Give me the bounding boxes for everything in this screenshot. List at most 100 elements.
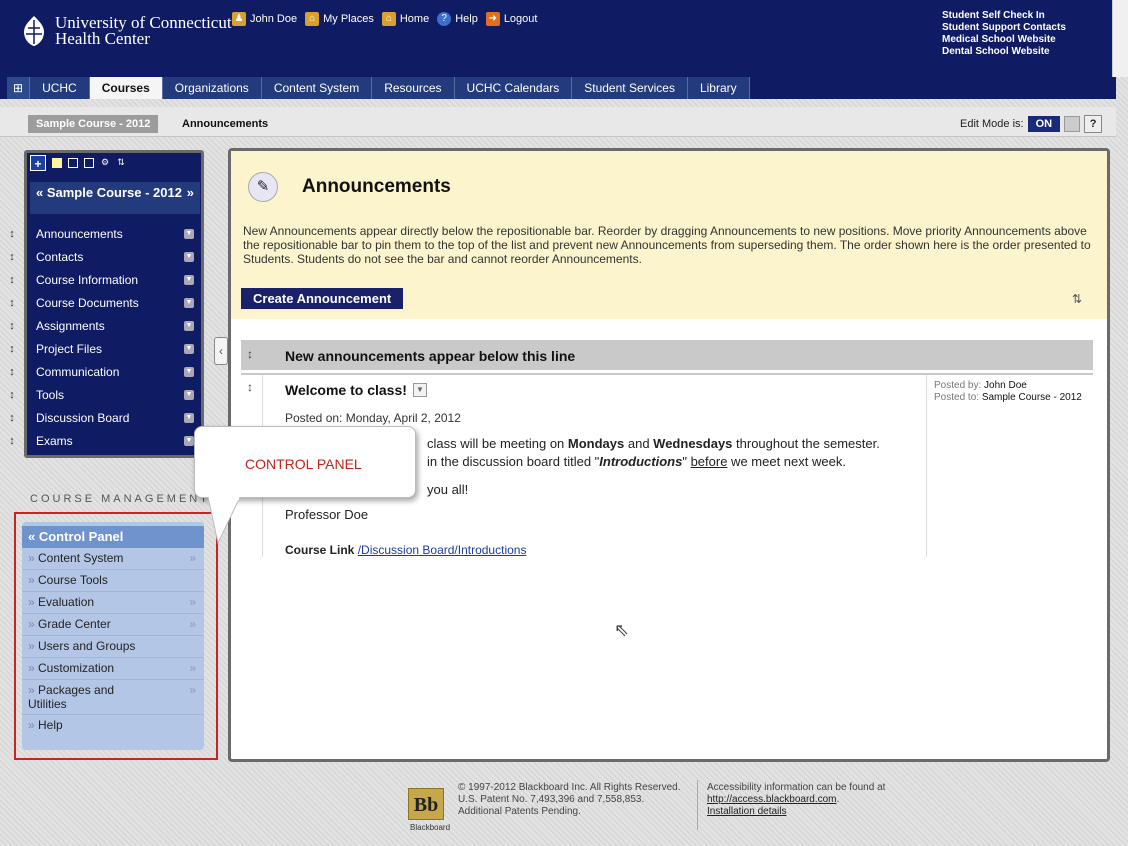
quick-links-list: Student Self Check In Student Support Co…	[942, 10, 1066, 58]
repositionable-bar-label: New announcements appear below this line	[285, 348, 576, 364]
course-link: Course Link /Discussion Board/Introducti…	[285, 543, 527, 557]
edit-mode-control: Edit Mode is: ON ?	[960, 115, 1103, 133]
accessibility-info: Accessibility information can be found a…	[707, 782, 886, 817]
quicklinks-scrollbar[interactable]	[1112, 0, 1128, 77]
top-nav: ♟ John Doe ⌂ My Places ⌂ Home ? Help ➜ Logout	[232, 12, 537, 26]
quick-link[interactable]: Medical School Website	[942, 34, 1066, 46]
announcement-date: Posted on: Monday, April 2, 2012	[285, 411, 461, 425]
breadcrumb-course[interactable]: Sample Course - 2012	[28, 115, 159, 133]
uchc-logo-icon	[24, 16, 44, 46]
announcement-title: Welcome to class! ▼	[285, 382, 427, 398]
drag-handle-icon[interactable]: ↕	[4, 389, 20, 401]
help-icon: ?	[437, 12, 452, 26]
tab-student-services[interactable]: Student Services	[572, 77, 688, 99]
menu-item-course-information[interactable]: ↕ Course Information ▼	[9, 268, 200, 291]
chevron-down-icon[interactable]: ▼	[184, 297, 194, 308]
chevron-down-icon[interactable]: ▼	[184, 343, 194, 354]
tab-organizations[interactable]: Organizations	[162, 77, 262, 99]
course-link-anchor[interactable]: /Discussion Board/Introductions	[358, 543, 527, 557]
quick-link[interactable]: Student Self Check In	[942, 10, 1066, 22]
menu-item-discussion-board[interactable]: ↕ Discussion Board ▼	[9, 406, 200, 429]
drag-handle-icon[interactable]: ↕	[247, 347, 253, 361]
logout-icon: ➜	[485, 12, 500, 26]
new-window-icon[interactable]	[84, 158, 94, 168]
installation-details-link[interactable]: Installation details	[707, 806, 787, 817]
settings-icon[interactable]: ⚙	[100, 158, 110, 168]
drag-handle-icon[interactable]: ↕	[4, 297, 20, 309]
folder-view-icon[interactable]	[68, 158, 78, 168]
create-announcement-button[interactable]: Create Announcement	[241, 288, 404, 309]
menu-item-communication[interactable]: ↕ Communication ▼	[9, 360, 200, 383]
tab-resources[interactable]: Resources	[372, 77, 455, 99]
chevron-down-icon[interactable]: ▼	[184, 389, 194, 400]
edit-mode-label: Edit Mode is:	[960, 118, 1024, 130]
tab-library[interactable]: Library	[687, 77, 750, 99]
course-management-label: COURSE MANAGEMENT	[30, 493, 210, 505]
chevron-right-icon[interactable]: »	[187, 186, 194, 200]
drag-handle-icon[interactable]: ↕	[4, 320, 20, 332]
accessibility-link[interactable]: http://access.blackboard.com	[707, 794, 837, 805]
blackboard-logo[interactable]: Bb	[408, 788, 444, 820]
edit-mode-help-button[interactable]: ?	[1084, 115, 1103, 133]
home-icon: ⌂	[381, 12, 396, 26]
drag-handle-icon[interactable]: ↕	[4, 435, 20, 447]
menu-item-assignments[interactable]: ↕ Assignments ▼	[9, 314, 200, 337]
divider	[926, 375, 927, 557]
breadcrumb-page: Announcements	[182, 118, 269, 130]
chevron-down-icon[interactable]: ▼	[184, 251, 194, 262]
chevron-down-icon[interactable]: ▼	[184, 320, 194, 331]
help-link[interactable]: ? Help	[437, 12, 478, 26]
home-link[interactable]: ⌂ Home	[381, 12, 429, 26]
chevron-down-icon[interactable]: ▼	[184, 228, 194, 239]
collapse-menu-button[interactable]: ‹	[214, 337, 228, 365]
tab-content-system[interactable]: Content System	[261, 77, 373, 99]
drag-handle-icon[interactable]: ↕	[4, 228, 20, 240]
callout-label: CONTROL PANEL	[245, 456, 362, 472]
menu-item-contacts[interactable]: ↕ Contacts ▼	[9, 245, 200, 268]
menu-item-course-documents[interactable]: ↕ Course Documents ▼	[9, 291, 200, 314]
course-title-text: « Sample Course - 2012	[36, 185, 182, 200]
chevron-down-icon[interactable]: ▼	[184, 274, 194, 285]
list-view-icon[interactable]	[52, 158, 62, 168]
menu-item-announcements[interactable]: ↕ Announcements ▼	[9, 222, 200, 245]
menu-item-tools[interactable]: ↕ Tools ▼	[9, 383, 200, 406]
my-places-link[interactable]: ⌂ My Places	[305, 12, 374, 26]
chevron-down-icon[interactable]: ▼	[184, 366, 194, 377]
chevron-down-icon[interactable]: ▼	[184, 435, 194, 446]
blackboard-logo-label: Blackboard	[410, 823, 451, 832]
tab-bar: ⊞ UCHC Courses Organizations Content Sys…	[0, 77, 1116, 99]
edit-mode-toggle[interactable]: ON	[1027, 116, 1061, 132]
chevron-down-icon[interactable]: ▼	[184, 412, 194, 423]
course-menu-title[interactable]: « Sample Course - 2012 »	[30, 182, 200, 214]
places-icon: ⌂	[305, 12, 320, 26]
menu-item-project-files[interactable]: ↕ Project Files ▼	[9, 337, 200, 360]
course-menu-list: ↕ Announcements ▼ ↕ Contacts ▼ ↕ Course Infor…	[9, 222, 200, 452]
tab-courses[interactable]: Courses	[89, 77, 163, 99]
drag-handle-icon[interactable]: ↕	[4, 366, 20, 378]
tab-uchc[interactable]: UCHC	[30, 77, 90, 99]
institution-logo[interactable]: University of Connecticut Health Center	[55, 14, 232, 48]
tab-menu-toggle-icon[interactable]: ⊞	[7, 77, 31, 99]
chevron-down-icon[interactable]: ▼	[412, 383, 427, 397]
edit-mode-toggle-off[interactable]	[1064, 116, 1081, 132]
mouse-cursor-icon: ⇖	[614, 620, 630, 640]
logout-link[interactable]: ➜ Logout	[485, 12, 537, 26]
user-icon: ♟	[232, 12, 246, 26]
reorder-icon[interactable]: ⇅	[116, 158, 126, 168]
quick-link[interactable]: Student Support Contacts	[942, 22, 1066, 34]
quick-link[interactable]: Dental School Website	[942, 46, 1066, 58]
tab-uchc-calendars[interactable]: UCHC Calendars	[454, 77, 573, 99]
drag-handle-icon[interactable]: ↕	[247, 380, 253, 394]
menu-item-exams[interactable]: ↕ Exams ▼	[9, 429, 200, 452]
breadcrumb	[0, 107, 1116, 137]
copyright-text: © 1997-2012 Blackboard Inc. All Rights R…	[458, 782, 681, 817]
user-link[interactable]: ♟ John Doe	[232, 12, 297, 26]
reorder-icon[interactable]: ⇅	[1072, 292, 1082, 306]
drag-handle-icon[interactable]: ↕	[4, 343, 20, 355]
drag-handle-icon[interactable]: ↕	[4, 412, 20, 424]
logo-line-2: Health Center	[55, 29, 150, 48]
page-description: New Announcements appear directly below …	[243, 224, 1091, 266]
drag-handle-icon[interactable]: ↕	[4, 274, 20, 286]
add-menu-item-button[interactable]: +	[30, 155, 46, 171]
drag-handle-icon[interactable]: ↕	[4, 251, 20, 263]
